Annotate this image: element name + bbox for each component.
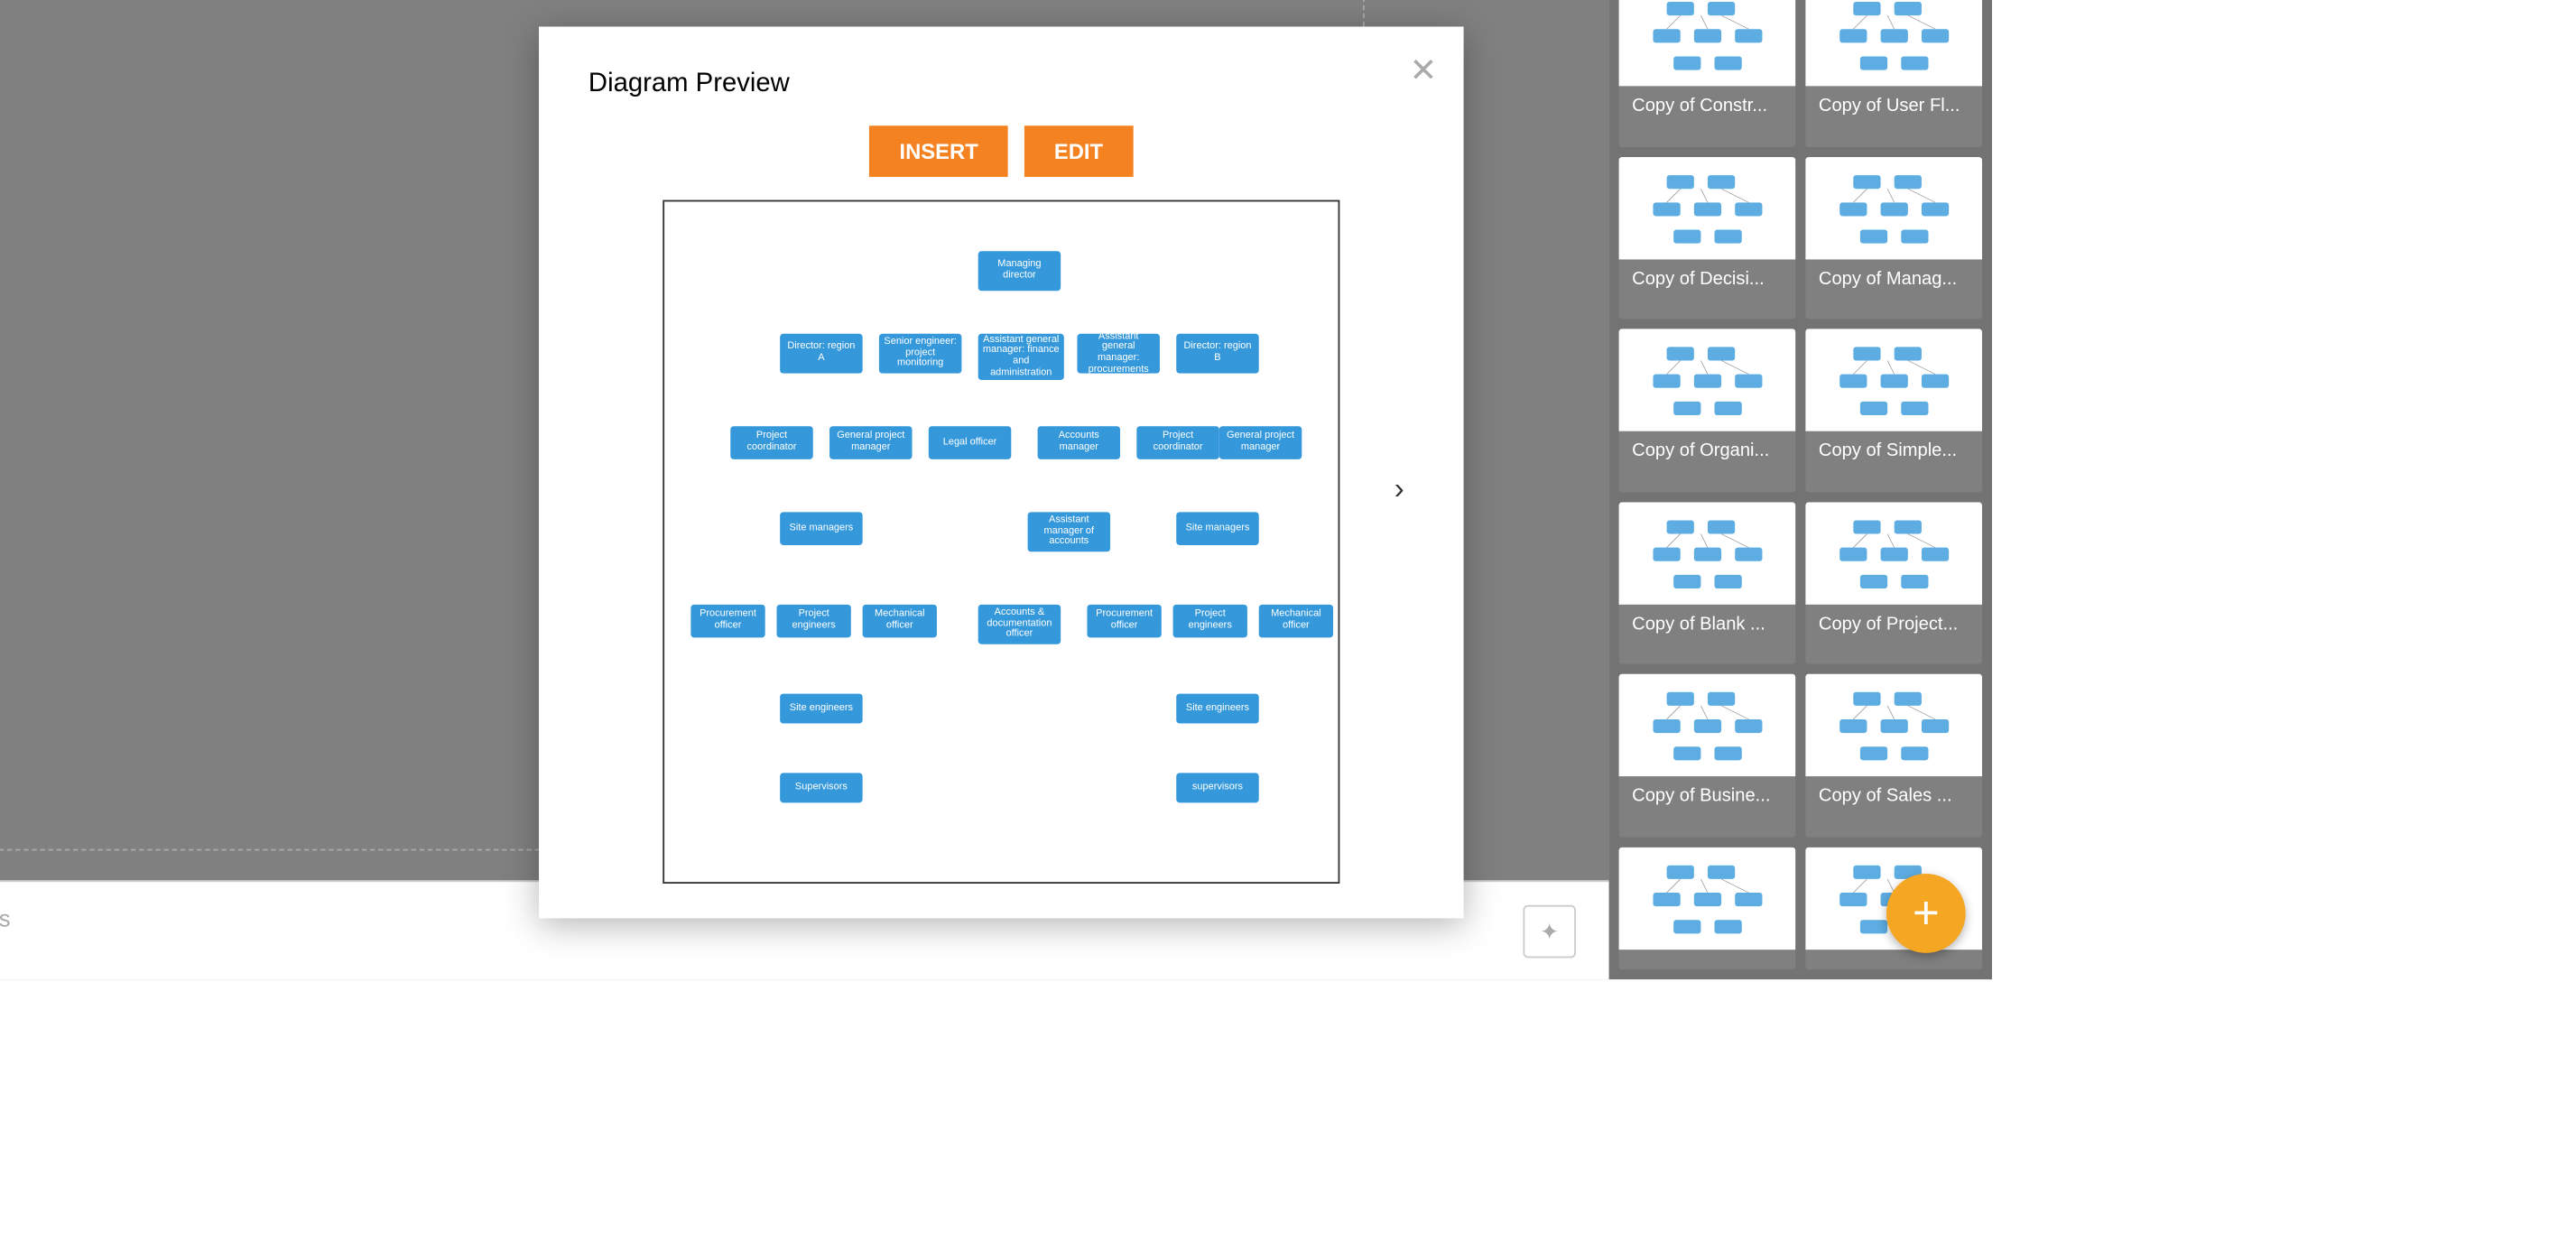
org-node: Site managers — [780, 512, 862, 545]
org-node: Accounts & documentation officer — [978, 605, 1061, 644]
org-node: Project engineers — [776, 605, 850, 638]
org-node: Mechanical officer — [1259, 605, 1333, 638]
org-node: Director: region B — [1176, 334, 1258, 374]
add-fab-button[interactable]: + — [1886, 874, 1966, 953]
lucidchart-sidebar: Lucidchart Diagrams ✕ ← Flowcharts Brand… — [1609, 0, 1992, 979]
diagram-card[interactable] — [1619, 847, 1796, 969]
next-arrow-icon[interactable]: › — [1395, 472, 1404, 506]
org-node: Assistant manager of accounts — [1028, 512, 1110, 551]
canvas-area: ✕ Diagram Preview INSERT EDIT Managing d… — [0, 0, 1609, 979]
org-node: Director: region A — [780, 334, 862, 374]
diagram-card[interactable]: Copy of Constr... — [1619, 0, 1796, 146]
diagram-card[interactable]: Copy of Blank ... — [1619, 501, 1796, 663]
diagram-card[interactable]: Copy of Decisi... — [1619, 156, 1796, 319]
insert-button[interactable]: INSERT — [870, 125, 1008, 177]
org-node: Project engineers — [1173, 605, 1247, 638]
org-node: Senior engineer: project monitoring — [879, 334, 961, 374]
org-node: supervisors — [1176, 773, 1258, 802]
org-node: Managing director — [978, 251, 1061, 291]
org-node: General project manager — [829, 426, 912, 459]
org-node: Assistant general manager: finance and a… — [978, 334, 1064, 380]
explore-button[interactable]: ✦ — [1523, 905, 1576, 959]
diagram-card[interactable]: Copy of Project... — [1805, 501, 1982, 663]
modal-title: Diagram Preview — [539, 26, 1464, 116]
edit-button[interactable]: EDIT — [1024, 125, 1133, 177]
diagram-card[interactable]: Copy of Manag... — [1805, 156, 1982, 319]
org-node: Site engineers — [1176, 694, 1258, 724]
diagram-card[interactable]: Copy of Sales ... — [1805, 674, 1982, 837]
diagram-card[interactable]: Copy of Busine... — [1619, 674, 1796, 837]
close-icon[interactable]: ✕ — [1410, 50, 1438, 91]
org-node: Supervisors — [780, 773, 862, 802]
org-node: Site engineers — [780, 694, 862, 724]
org-node: Legal officer — [929, 426, 1011, 459]
org-node: General project manager — [1219, 426, 1302, 459]
diagram-preview-modal: ✕ Diagram Preview INSERT EDIT Managing d… — [539, 26, 1464, 918]
org-node: Procurement officer — [1087, 605, 1161, 638]
org-node: Accounts manager — [1038, 426, 1120, 459]
org-node: Site managers — [1176, 512, 1258, 545]
org-node: Assistant general manager: procurements — [1077, 334, 1159, 374]
diagram-card[interactable]: Copy of User Fl... — [1805, 0, 1982, 146]
diagram-card[interactable]: Copy of Organi... — [1619, 329, 1796, 491]
org-node: Project coordinator — [1136, 426, 1219, 459]
org-node: Mechanical officer — [863, 605, 937, 638]
org-node: Procurement officer — [690, 605, 764, 638]
diagram-preview: Managing director Director: region A Senio… — [663, 200, 1339, 884]
org-node: Project coordinator — [730, 426, 812, 459]
diagram-card[interactable]: Copy of Simple... — [1805, 329, 1982, 491]
